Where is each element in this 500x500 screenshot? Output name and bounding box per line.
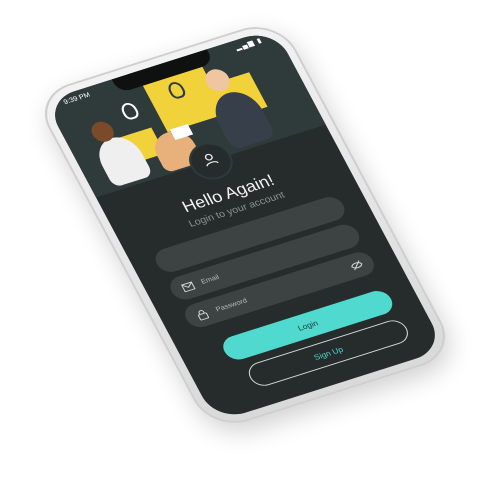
lightbulb-icon bbox=[118, 101, 141, 122]
phone-device: 9:39 PM ▂▄▆ ▮ Hello Again! Login to your… bbox=[31, 17, 459, 433]
lock-icon bbox=[194, 307, 211, 321]
mail-icon bbox=[179, 280, 196, 294]
stage: 9:39 PM ▂▄▆ ▮ Hello Again! Login to your… bbox=[0, 0, 500, 500]
user-icon bbox=[198, 150, 224, 173]
phone-screen: 9:39 PM ▂▄▆ ▮ Hello Again! Login to your… bbox=[44, 27, 446, 423]
